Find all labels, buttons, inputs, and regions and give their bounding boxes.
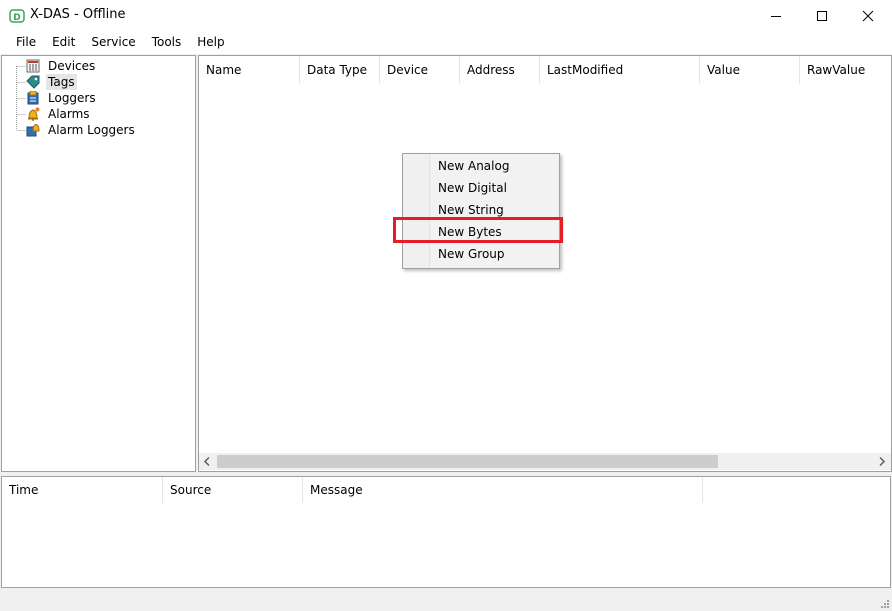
column-header-blank[interactable] xyxy=(703,477,890,503)
horizontal-scrollbar[interactable] xyxy=(199,453,891,470)
column-header-data-type[interactable]: Data Type xyxy=(300,56,380,84)
devices-icon xyxy=(26,59,40,73)
close-button[interactable] xyxy=(845,0,891,31)
navigation-tree: Devices Tags Loggers Alarms Alarm Logger… xyxy=(1,55,196,472)
menu-tools[interactable]: Tools xyxy=(144,32,190,53)
column-header-address[interactable]: Address xyxy=(460,56,540,84)
tree-item-alarm-loggers[interactable]: Alarm Loggers xyxy=(26,122,137,138)
status-bar xyxy=(0,588,892,610)
column-header-device[interactable]: Device xyxy=(380,56,460,84)
log-list-view[interactable]: Time Source Message xyxy=(1,476,891,588)
svg-text:D: D xyxy=(13,13,20,23)
scrollbar-thumb[interactable] xyxy=(217,455,718,468)
tree-item-label: Devices xyxy=(48,59,96,73)
column-header-message[interactable]: Message xyxy=(303,477,703,503)
close-icon xyxy=(862,10,874,21)
menu-item-new-digital[interactable]: New Digital xyxy=(438,177,507,199)
maximize-button[interactable] xyxy=(799,0,845,31)
context-menu-icon-gutter xyxy=(403,154,430,268)
alarm-bell-icon xyxy=(26,107,40,121)
menu-item-new-group[interactable]: New Group xyxy=(438,243,505,265)
resize-grip-icon[interactable] xyxy=(879,597,889,608)
app-logo-icon: D xyxy=(9,8,25,24)
column-header-last-modified[interactable]: LastModified xyxy=(540,56,700,84)
column-header-name[interactable]: Name xyxy=(199,56,300,84)
context-menu: New Analog New Digital New String New By… xyxy=(402,153,560,269)
log-header: Time Source Message xyxy=(2,477,890,503)
menu-service[interactable]: Service xyxy=(83,32,143,53)
column-header-time[interactable]: Time xyxy=(2,477,163,503)
window-title: X-DAS - Offline xyxy=(30,7,126,22)
minimize-dash-icon xyxy=(771,15,781,17)
menu-help[interactable]: Help xyxy=(189,32,232,53)
tree-item-devices[interactable]: Devices xyxy=(26,58,97,74)
scroll-left-arrow-icon[interactable] xyxy=(202,456,212,470)
logger-icon xyxy=(26,90,40,105)
tree-item-label: Tags xyxy=(46,74,77,90)
tag-icon xyxy=(26,75,40,89)
column-header-source[interactable]: Source xyxy=(163,477,303,503)
list-header: Name Data Type Device Address LastModifi… xyxy=(199,56,891,84)
tree-item-label: Loggers xyxy=(48,91,96,105)
menu-item-new-analog[interactable]: New Analog xyxy=(438,155,509,177)
title-bar: D X-DAS - Offline xyxy=(0,0,892,31)
column-header-raw-value[interactable]: RawValue xyxy=(800,56,891,84)
scroll-right-arrow-icon[interactable] xyxy=(877,456,887,470)
menu-bar: File Edit Service Tools Help xyxy=(0,31,892,54)
tree-item-label: Alarm Loggers xyxy=(48,123,135,137)
tree-item-alarms[interactable]: Alarms xyxy=(26,106,92,122)
minimize-button-area[interactable] xyxy=(753,0,799,31)
alarm-logger-icon xyxy=(26,123,40,137)
highlight-box xyxy=(393,217,563,243)
column-header-value[interactable]: Value xyxy=(700,56,800,84)
menu-edit[interactable]: Edit xyxy=(44,32,83,53)
tree-item-label: Alarms xyxy=(48,107,90,121)
maximize-icon xyxy=(817,10,827,21)
tree-item-loggers[interactable]: Loggers xyxy=(26,90,98,106)
tree-item-tags[interactable]: Tags xyxy=(26,74,77,90)
menu-file[interactable]: File xyxy=(8,32,44,53)
